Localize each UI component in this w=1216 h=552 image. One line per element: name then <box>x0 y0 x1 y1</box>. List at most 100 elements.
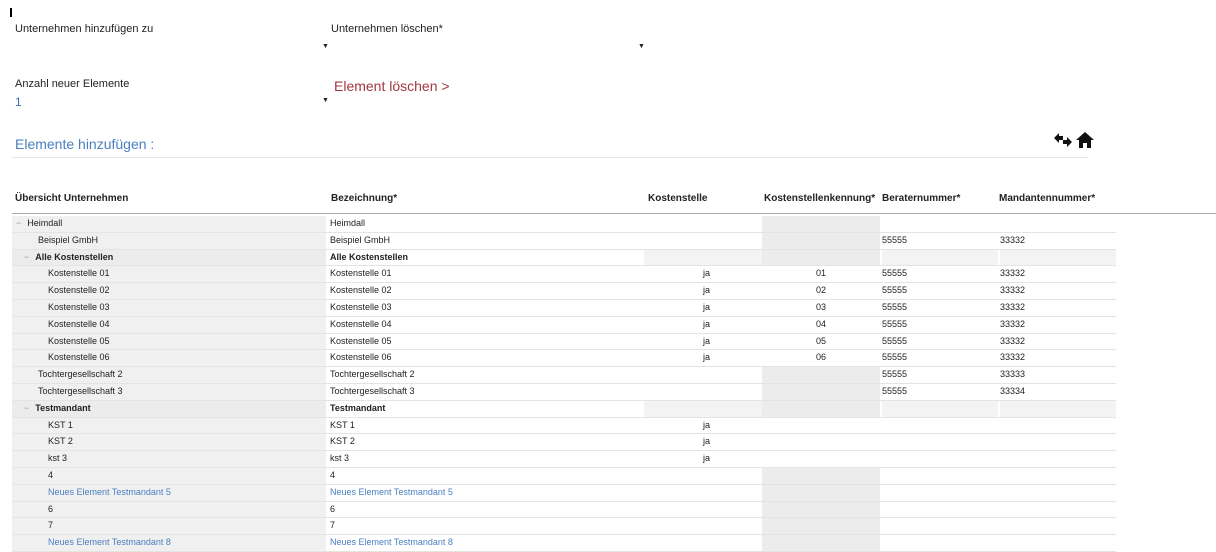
collapse-icon[interactable]: − <box>24 403 35 413</box>
add-elements-link[interactable]: Elemente hinzufügen : <box>15 136 154 152</box>
row-bezeichnung[interactable]: Tochtergesellschaft 3 <box>330 384 644 400</box>
row-bezeichnung[interactable]: KST 1 <box>330 418 644 434</box>
home-icon[interactable] <box>1075 131 1095 154</box>
row-bezeichnung[interactable]: Kostenstelle 06 <box>330 350 644 366</box>
row-berater[interactable]: 55555 <box>882 384 998 400</box>
table-row[interactable]: − Testmandant Testmandant <box>12 400 1116 418</box>
row-kennung[interactable] <box>762 484 880 501</box>
row-kostenstelle[interactable]: ja <box>644 434 762 450</box>
row-berater[interactable]: 55555 <box>882 283 998 299</box>
row-kostenstelle[interactable]: ja <box>644 350 762 366</box>
row-berater[interactable]: 55555 <box>882 367 998 383</box>
table-row[interactable]: − Alle Kostenstellen Alle Kostenstellen <box>12 249 1116 267</box>
table-row[interactable]: Kostenstelle 01 Kostenstelle 01 ja 01 55… <box>12 266 1116 284</box>
row-mandant[interactable]: 33332 <box>1000 300 1116 316</box>
row-kostenstelle[interactable]: ja <box>644 266 762 282</box>
row-mandant[interactable]: 33334 <box>1000 384 1116 400</box>
row-mandant[interactable]: 33333 <box>1000 367 1116 383</box>
row-bezeichnung[interactable]: Beispiel GmbH <box>330 233 644 249</box>
row-mandant[interactable] <box>1000 400 1116 417</box>
row-kostenstelle[interactable]: ja <box>644 334 762 350</box>
row-bezeichnung[interactable]: Alle Kostenstellen <box>330 250 644 266</box>
collapse-icon[interactable]: − <box>24 252 35 262</box>
row-kennung[interactable]: 06 <box>762 350 880 367</box>
row-mandant[interactable]: 33332 <box>1000 334 1116 350</box>
row-berater[interactable] <box>882 249 998 266</box>
row-kostenstelle[interactable]: ja <box>644 451 762 467</box>
row-bezeichnung[interactable]: KST 2 <box>330 434 644 450</box>
row-kostenstelle[interactable]: ja <box>644 418 762 434</box>
row-berater[interactable]: 55555 <box>882 266 998 282</box>
row-mandant[interactable]: 33332 <box>1000 317 1116 333</box>
row-berater[interactable]: 55555 <box>882 317 998 333</box>
row-bezeichnung[interactable]: 4 <box>330 468 644 484</box>
row-kennung[interactable]: 01 <box>762 266 880 283</box>
row-bezeichnung[interactable]: Neues Element Testmandant 5 <box>330 485 644 501</box>
row-berater[interactable]: 55555 <box>882 350 998 366</box>
row-kennung[interactable] <box>762 535 880 551</box>
row-berater[interactable]: 55555 <box>882 300 998 316</box>
row-bezeichnung[interactable]: 6 <box>330 502 644 518</box>
row-kennung[interactable]: 02 <box>762 283 880 299</box>
row-kostenstelle[interactable]: ja <box>644 283 762 299</box>
table-row[interactable]: − Heimdall Heimdall <box>12 216 1116 233</box>
table-row[interactable]: KST 2 KST 2 ja <box>12 434 1116 452</box>
row-mandant[interactable]: 33332 <box>1000 350 1116 366</box>
table-row[interactable]: Kostenstelle 06 Kostenstelle 06 ja 06 55… <box>12 350 1116 368</box>
swap-arrows-icon[interactable] <box>1052 131 1074 154</box>
row-kennung[interactable] <box>762 249 880 266</box>
table-row[interactable]: Kostenstelle 04 Kostenstelle 04 ja 04 55… <box>12 316 1116 334</box>
table-row[interactable]: kst 3 kst 3 ja <box>12 451 1116 468</box>
row-mandant[interactable]: 33332 <box>1000 266 1116 282</box>
table-row[interactable]: Tochtergesellschaft 2 Tochtergesellschaf… <box>12 367 1116 384</box>
table-row[interactable]: Beispiel GmbH Beispiel GmbH 55555 33332 <box>12 232 1116 250</box>
row-mandant[interactable]: 33332 <box>1000 233 1116 249</box>
row-berater[interactable]: 55555 <box>882 334 998 350</box>
row-kennung[interactable]: 04 <box>762 316 880 333</box>
row-berater[interactable]: 55555 <box>882 233 998 249</box>
delete-company-dropdown-arrow[interactable]: ▼ <box>638 43 645 50</box>
row-bezeichnung[interactable]: Kostenstelle 01 <box>330 266 644 282</box>
row-bezeichnung[interactable]: Kostenstelle 03 <box>330 300 644 316</box>
delete-element-link[interactable]: Element löschen > <box>334 78 450 94</box>
row-kostenstelle[interactable]: ja <box>644 317 762 333</box>
row-kennung[interactable] <box>762 400 880 417</box>
row-kennung[interactable] <box>762 467 880 484</box>
table-row[interactable]: Kostenstelle 05 Kostenstelle 05 ja 05 55… <box>12 333 1116 351</box>
add-company-dropdown-arrow[interactable]: ▼ <box>322 43 329 50</box>
row-kennung[interactable] <box>762 383 880 400</box>
collapse-icon[interactable]: − <box>16 218 27 228</box>
row-bezeichnung[interactable]: 7 <box>330 518 644 534</box>
row-kostenstelle[interactable]: ja <box>644 300 762 316</box>
row-mandant[interactable] <box>1000 249 1116 266</box>
row-berater[interactable] <box>882 400 998 417</box>
table-row[interactable]: Kostenstelle 03 Kostenstelle 03 ja 03 55… <box>12 299 1116 317</box>
row-bezeichnung[interactable]: Kostenstelle 04 <box>330 317 644 333</box>
table-row[interactable]: Neues Element Testmandant 8 Neues Elemen… <box>12 535 1116 552</box>
row-kennung[interactable] <box>762 367 880 383</box>
table-row[interactable]: 6 6 <box>12 501 1116 519</box>
row-kennung[interactable] <box>762 232 880 249</box>
count-dropdown-arrow[interactable]: ▼ <box>322 97 329 104</box>
row-bezeichnung[interactable]: Kostenstelle 05 <box>330 334 644 350</box>
table-row[interactable]: Neues Element Testmandant 5 Neues Elemen… <box>12 484 1116 502</box>
table-row[interactable]: KST 1 KST 1 ja <box>12 417 1116 435</box>
row-bezeichnung[interactable]: Neues Element Testmandant 8 <box>330 535 644 551</box>
row-bezeichnung[interactable]: Kostenstelle 02 <box>330 283 644 299</box>
row-bezeichnung[interactable]: Heimdall <box>330 216 644 232</box>
row-kennung[interactable] <box>762 501 880 518</box>
row-mandant[interactable]: 33332 <box>1000 283 1116 299</box>
row-bezeichnung[interactable]: Tochtergesellschaft 2 <box>330 367 644 383</box>
table-row[interactable]: Tochtergesellschaft 3 Tochtergesellschaf… <box>12 383 1116 401</box>
count-input[interactable]: 1 <box>15 95 22 109</box>
row-bezeichnung[interactable]: kst 3 <box>330 451 644 467</box>
row-kennung[interactable] <box>762 216 880 232</box>
row-kennung[interactable] <box>762 518 880 535</box>
row-kennung[interactable]: 03 <box>762 299 880 316</box>
table-row[interactable]: Kostenstelle 02 Kostenstelle 02 ja 02 55… <box>12 283 1116 300</box>
row-kostenstelle[interactable] <box>644 249 762 266</box>
row-kostenstelle[interactable] <box>644 400 762 417</box>
table-row[interactable]: 4 4 <box>12 467 1116 485</box>
row-bezeichnung[interactable]: Testmandant <box>330 401 644 417</box>
row-kennung[interactable]: 05 <box>762 333 880 350</box>
